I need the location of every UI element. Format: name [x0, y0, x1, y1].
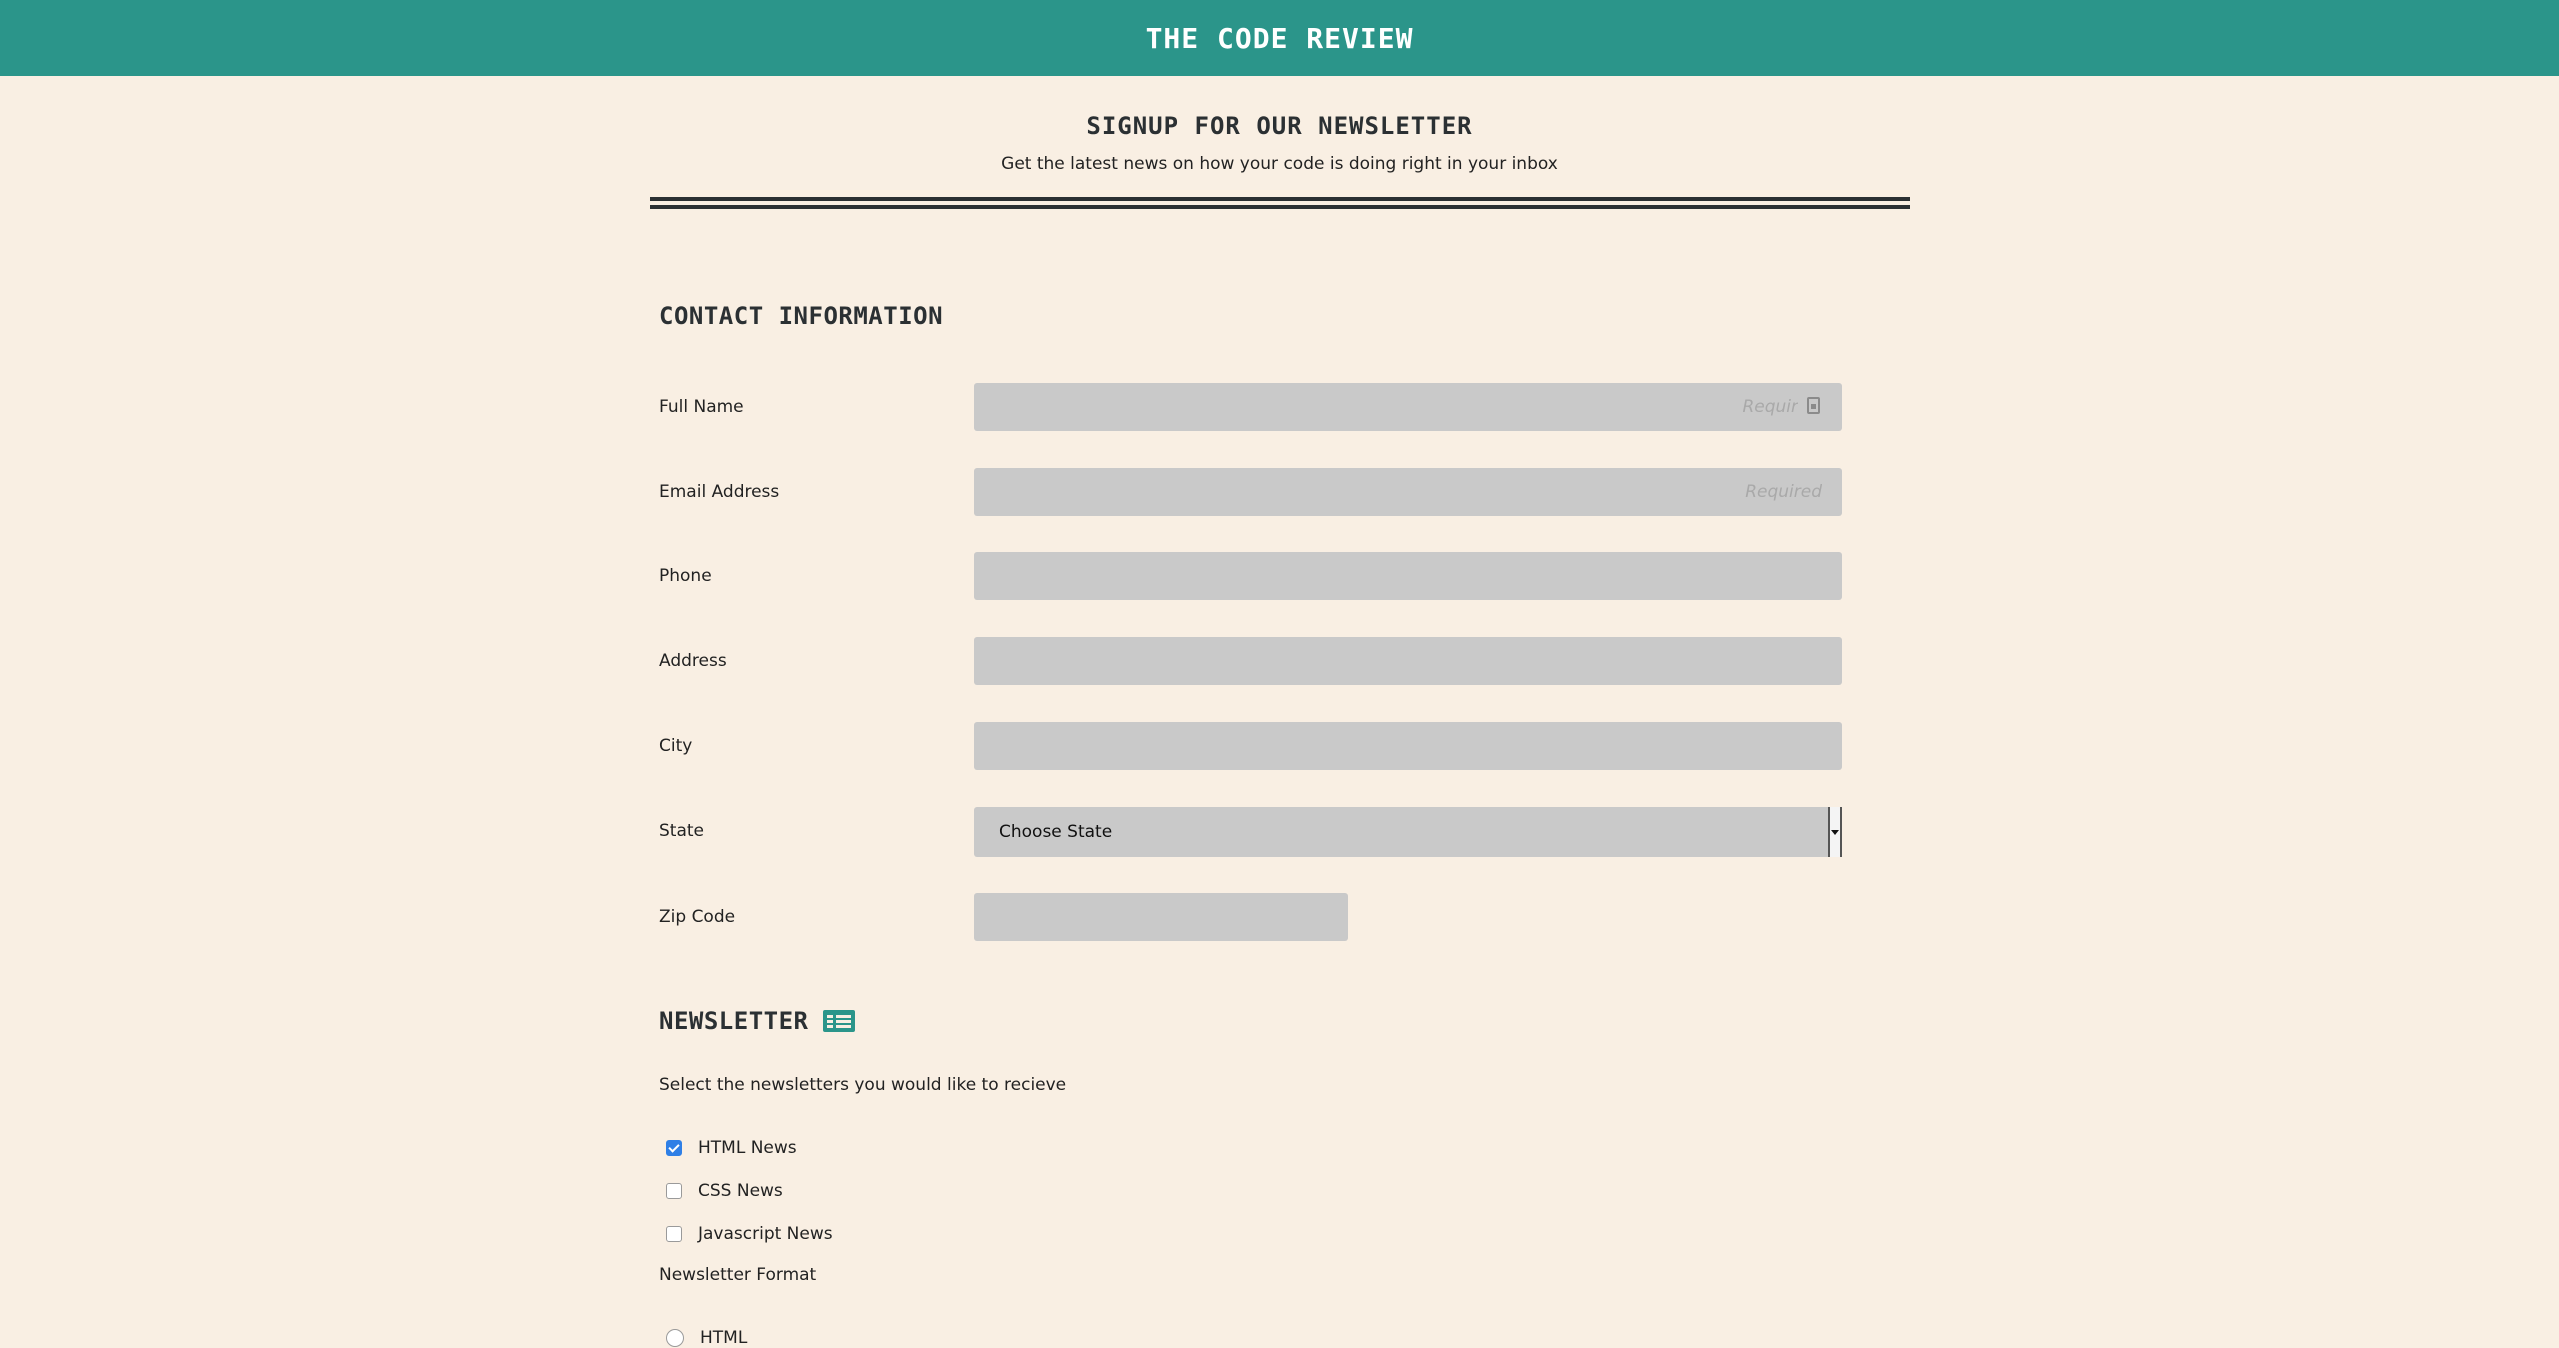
html-news-checkbox[interactable]	[666, 1140, 682, 1156]
html-format-radio[interactable]	[666, 1329, 684, 1347]
newsletter-format-label: Newsletter Format	[659, 1265, 817, 1285]
newsletter-instruction: Select the newsletters you would like to…	[659, 1075, 1067, 1095]
email-label: Email Address	[659, 482, 780, 502]
city-label: City	[659, 736, 693, 756]
page-title: SIGNUP FOR OUR NEWSLETTER	[1086, 112, 1473, 140]
javascript-news-label[interactable]: Javascript News	[698, 1224, 833, 1244]
zip-label: Zip Code	[659, 907, 736, 927]
site-title[interactable]: THE CODE REVIEW	[1146, 22, 1414, 55]
city-input[interactable]	[974, 722, 1842, 770]
html-news-label[interactable]: HTML News	[698, 1138, 797, 1158]
format-option-html[interactable]: HTML	[666, 1328, 747, 1348]
state-select-value: Choose State	[999, 822, 1113, 842]
newsletter-heading-text: NEWSLETTER	[659, 1007, 809, 1035]
address-label: Address	[659, 651, 727, 671]
newsletter-intro: SIGNUP FOR OUR NEWSLETTER Get the latest…	[0, 112, 2559, 174]
chevron-down-icon[interactable]	[1828, 807, 1842, 857]
address-input[interactable]	[974, 637, 1842, 685]
phone-label: Phone	[659, 566, 712, 586]
newsletter-section-heading: NEWSLETTER	[659, 1007, 855, 1035]
email-input[interactable]	[974, 468, 1842, 516]
header-divider-bottom	[650, 205, 1910, 209]
html-format-label[interactable]: HTML	[700, 1328, 747, 1348]
full-name-label: Full Name	[659, 397, 744, 417]
contact-heading-text: CONTACT INFORMATION	[659, 302, 944, 330]
newsletter-option-javascript[interactable]: Javascript News	[666, 1224, 833, 1244]
newsletter-option-html[interactable]: HTML News	[666, 1138, 797, 1158]
zip-input[interactable]	[974, 893, 1348, 941]
css-news-label[interactable]: CSS News	[698, 1181, 783, 1201]
full-name-input[interactable]	[974, 383, 1842, 431]
state-label: State	[659, 821, 704, 841]
site-header: THE CODE REVIEW	[0, 0, 2559, 76]
css-news-checkbox[interactable]	[666, 1183, 682, 1199]
newspaper-icon	[822, 1010, 855, 1032]
header-divider-top	[650, 197, 1910, 201]
javascript-news-checkbox[interactable]	[666, 1226, 682, 1242]
state-select[interactable]: Choose State	[974, 807, 1842, 857]
autofill-contact-icon[interactable]	[1807, 397, 1820, 414]
page-subtitle: Get the latest news on how your code is …	[1001, 154, 1558, 174]
phone-input[interactable]	[974, 552, 1842, 600]
newsletter-option-css[interactable]: CSS News	[666, 1181, 783, 1201]
contact-section-heading: CONTACT INFORMATION	[659, 302, 943, 330]
